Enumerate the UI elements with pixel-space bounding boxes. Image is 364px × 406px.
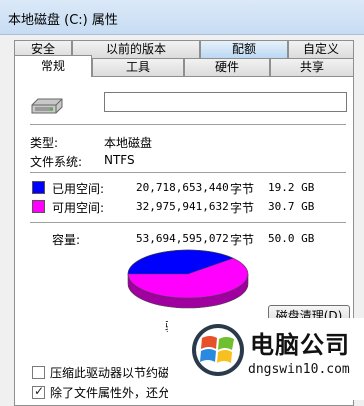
free-space-label: 可用空间: bbox=[52, 201, 105, 215]
tab-quota[interactable]: 配额 bbox=[200, 40, 288, 58]
capacity-unit: 字节 bbox=[230, 233, 255, 247]
capacity-size: 50.0 GB bbox=[268, 232, 315, 245]
window-title: 本地磁盘 (C:) 属性 bbox=[8, 13, 118, 28]
separator bbox=[30, 222, 346, 223]
type-label: 类型: bbox=[30, 136, 59, 150]
used-color-swatch bbox=[32, 181, 45, 194]
tab-sharing[interactable]: 共享 bbox=[270, 58, 354, 76]
used-size: 19.2 GB bbox=[268, 181, 315, 194]
used-space-label: 已用空间: bbox=[52, 182, 105, 196]
disk-usage-pie bbox=[127, 249, 249, 309]
windows-logo-icon bbox=[192, 324, 244, 376]
free-bytes: 32,975,941,632 bbox=[136, 200, 229, 213]
separator bbox=[30, 172, 346, 173]
capacity-label: 容量: bbox=[52, 233, 81, 247]
free-size: 30.7 GB bbox=[268, 200, 315, 213]
free-unit: 字节 bbox=[230, 201, 255, 215]
used-unit: 字节 bbox=[230, 182, 255, 196]
capacity-bytes: 53,694,595,072 bbox=[136, 232, 229, 245]
compress-label: 压缩此驱动器以节约磁盘 bbox=[50, 366, 183, 380]
used-bytes: 20,718,653,440 bbox=[136, 181, 229, 194]
title-bar: 本地磁盘 (C:) 属性 bbox=[0, 0, 364, 35]
tab-customize[interactable]: 自定义 bbox=[288, 40, 354, 58]
filesystem-value: NTFS bbox=[104, 153, 135, 167]
separator bbox=[30, 124, 346, 125]
compress-checkbox[interactable] bbox=[32, 366, 45, 379]
tab-hardware[interactable]: 硬件 bbox=[184, 58, 270, 76]
type-value: 本地磁盘 bbox=[104, 136, 153, 150]
tab-general[interactable]: 常规 bbox=[14, 55, 92, 77]
filesystem-label: 文件系统: bbox=[30, 155, 83, 169]
volume-name-input[interactable] bbox=[104, 92, 347, 112]
watermark-url: dngswin10.com bbox=[248, 362, 350, 377]
free-color-swatch bbox=[32, 200, 45, 213]
tab-row-front: 常规 工具 硬件 共享 bbox=[14, 55, 354, 77]
tab-tools[interactable]: 工具 bbox=[92, 58, 184, 76]
index-checkbox[interactable] bbox=[32, 384, 45, 399]
watermark-title: 电脑公司 bbox=[250, 331, 350, 359]
hard-drive-icon bbox=[31, 98, 63, 114]
index-label: 除了文件属性外，还允许 bbox=[50, 386, 183, 400]
